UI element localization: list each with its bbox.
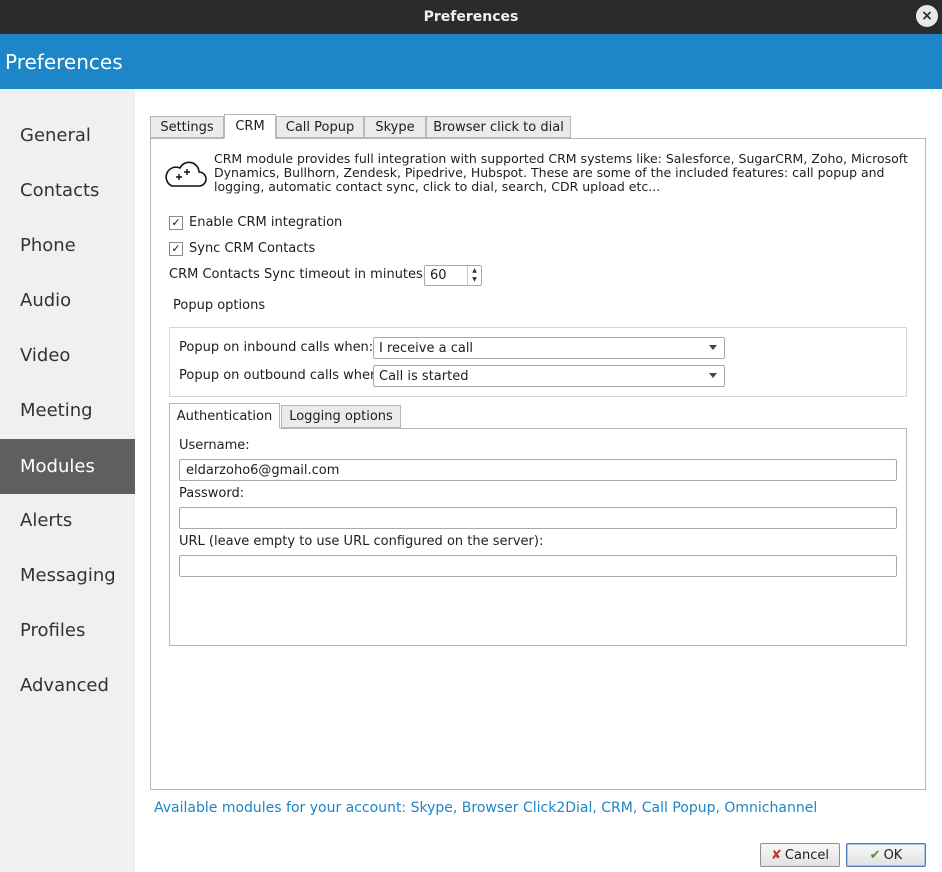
cancel-button-label: Cancel bbox=[784, 847, 829, 863]
tab-call-popup[interactable]: Call Popup bbox=[276, 116, 364, 138]
sync-timeout-label: CRM Contacts Sync timeout in minutes bbox=[169, 267, 423, 282]
outbound-popup-label: Popup on outbound calls when: bbox=[179, 368, 383, 383]
password-label: Password: bbox=[179, 486, 245, 501]
sidebar-item-contacts[interactable]: Contacts bbox=[0, 163, 135, 218]
enable-crm-checkbox[interactable]: ✓ bbox=[169, 215, 183, 230]
cancel-button[interactable]: ✘ Cancel bbox=[760, 843, 840, 867]
tab-skype[interactable]: Skype bbox=[364, 116, 426, 138]
close-window-button[interactable]: × bbox=[916, 5, 938, 27]
sidebar-item-modules[interactable]: Modules bbox=[0, 439, 135, 494]
stepper-up-icon[interactable]: ▲ bbox=[468, 266, 481, 275]
sidebar-item-label: Phone bbox=[20, 235, 76, 256]
outbound-popup-select[interactable]: Call is started bbox=[373, 365, 725, 387]
sidebar-item-video[interactable]: Video bbox=[0, 328, 135, 383]
username-input[interactable]: eldarzoho6@gmail.com bbox=[179, 459, 897, 481]
tab-settings[interactable]: Settings bbox=[150, 116, 224, 138]
close-icon: × bbox=[921, 8, 933, 24]
check-icon: ✓ bbox=[171, 216, 181, 229]
sidebar-item-label: Advanced bbox=[20, 675, 109, 696]
tab-authentication[interactable]: Authentication bbox=[169, 403, 280, 429]
sidebar: General Contacts Phone Audio Video Meeti… bbox=[0, 89, 135, 872]
sidebar-item-label: Alerts bbox=[20, 510, 73, 531]
enable-crm-checkbox-row[interactable]: ✓ Enable CRM integration bbox=[169, 215, 342, 230]
sync-timeout-stepper[interactable]: 60 ▲ ▼ bbox=[424, 265, 482, 286]
inbound-popup-value: I receive a call bbox=[379, 340, 474, 356]
sidebar-item-label: Audio bbox=[20, 290, 72, 311]
page-title: Preferences bbox=[5, 49, 123, 74]
sidebar-item-label: Profiles bbox=[20, 620, 86, 641]
tab-label: Authentication bbox=[176, 408, 273, 424]
ok-check-icon: ✔ bbox=[869, 847, 881, 863]
sidebar-item-label: Contacts bbox=[20, 180, 100, 201]
sidebar-item-general[interactable]: General bbox=[0, 108, 135, 163]
inbound-popup-select[interactable]: I receive a call bbox=[373, 337, 725, 359]
available-modules-link[interactable]: Available modules for your account: Skyp… bbox=[154, 800, 817, 816]
window-titlebar: Preferences × bbox=[0, 0, 942, 34]
enable-crm-label: Enable CRM integration bbox=[189, 215, 343, 230]
sidebar-item-phone[interactable]: Phone bbox=[0, 218, 135, 273]
popup-options-heading: Popup options bbox=[173, 298, 266, 313]
crm-description: CRM module provides full integration wit… bbox=[214, 151, 908, 194]
chevron-down-icon bbox=[709, 345, 717, 350]
sidebar-item-profiles[interactable]: Profiles bbox=[0, 603, 135, 658]
tab-label: Skype bbox=[375, 119, 415, 135]
sidebar-item-meeting[interactable]: Meeting bbox=[0, 383, 135, 438]
sidebar-item-label: General bbox=[20, 125, 91, 146]
sidebar-item-label: Video bbox=[20, 345, 71, 366]
username-label: Username: bbox=[179, 438, 250, 453]
tab-label: CRM bbox=[235, 119, 265, 134]
username-value: eldarzoho6@gmail.com bbox=[186, 462, 340, 478]
cancel-x-icon: ✘ bbox=[771, 847, 782, 863]
sidebar-item-label: Meeting bbox=[20, 400, 93, 421]
url-label: URL (leave empty to use URL configured o… bbox=[179, 534, 544, 549]
sync-contacts-checkbox-row[interactable]: ✓ Sync CRM Contacts bbox=[169, 241, 315, 256]
sidebar-item-alerts[interactable]: Alerts bbox=[0, 493, 135, 548]
chevron-down-icon bbox=[709, 373, 717, 378]
check-icon: ✓ bbox=[171, 242, 181, 255]
page-header: Preferences bbox=[0, 34, 942, 89]
sidebar-item-label: Messaging bbox=[20, 565, 116, 586]
tab-label: Call Popup bbox=[285, 119, 355, 135]
sync-timeout-value: 60 bbox=[430, 268, 447, 283]
tab-label: Settings bbox=[160, 119, 214, 135]
modules-content: Settings CRM Call Popup Skype Browser cl… bbox=[135, 89, 942, 872]
password-input[interactable] bbox=[179, 507, 897, 529]
sync-contacts-label: Sync CRM Contacts bbox=[189, 241, 316, 256]
sidebar-item-messaging[interactable]: Messaging bbox=[0, 548, 135, 603]
outbound-popup-value: Call is started bbox=[379, 368, 469, 384]
tab-label: Logging options bbox=[289, 409, 393, 424]
stepper-buttons[interactable]: ▲ ▼ bbox=[467, 266, 481, 285]
inbound-popup-label: Popup on inbound calls when: bbox=[179, 340, 374, 355]
sidebar-item-advanced[interactable]: Advanced bbox=[0, 658, 135, 713]
sidebar-item-label: Modules bbox=[20, 456, 95, 477]
sidebar-item-audio[interactable]: Audio bbox=[0, 273, 135, 328]
window-title: Preferences bbox=[423, 9, 519, 25]
url-input[interactable] bbox=[179, 555, 897, 577]
tab-logging-options[interactable]: Logging options bbox=[281, 405, 401, 428]
tab-browser-click-to-dial[interactable]: Browser click to dial bbox=[426, 116, 571, 138]
tab-crm[interactable]: CRM bbox=[224, 114, 276, 139]
sync-contacts-checkbox[interactable]: ✓ bbox=[169, 241, 183, 256]
ok-button-label: OK bbox=[883, 847, 903, 863]
tab-label: Browser click to dial bbox=[433, 119, 564, 135]
cloud-plus-icon bbox=[165, 161, 207, 187]
ok-button[interactable]: ✔ OK bbox=[846, 843, 926, 867]
stepper-down-icon[interactable]: ▼ bbox=[468, 275, 481, 284]
